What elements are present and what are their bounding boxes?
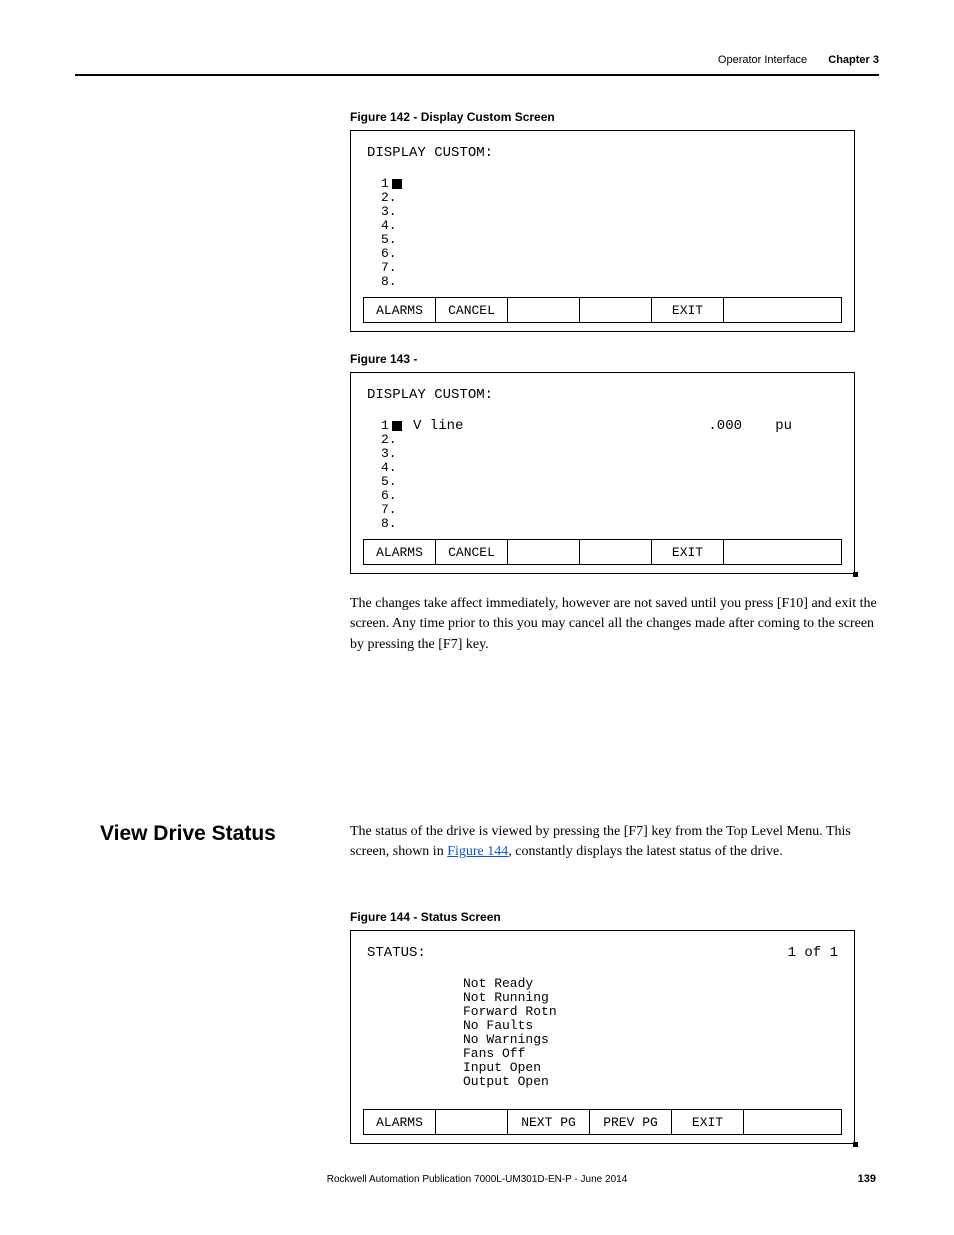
figure-142-caption: Figure 142 - Display Custom Screen (350, 110, 880, 124)
header-section: Operator Interface (718, 54, 807, 66)
softkey-row: ALARMS CANCEL EXIT (363, 297, 842, 323)
screen-title: DISPLAY CUSTOM: (367, 387, 842, 403)
line-num: 6. (381, 489, 402, 503)
figure-142-screen: DISPLAY CUSTOM: 1 2. 3. 4. 5. 6. 7. 8. A… (350, 130, 855, 332)
status-line: Input Open (463, 1061, 557, 1075)
line-num: 7. (381, 261, 402, 275)
line-num: 3. (381, 205, 402, 219)
param-label: V line (413, 418, 463, 434)
status-line: No Faults (463, 1019, 557, 1033)
line-num: 5. (381, 233, 402, 247)
text: , constantly displays the latest status … (508, 844, 783, 859)
cancel-button[interactable]: CANCEL (436, 540, 508, 564)
status-line: Not Ready (463, 977, 557, 991)
page-header: Operator Interface Chapter 3 (718, 54, 879, 66)
softkey-blank (436, 1110, 508, 1134)
alarms-button[interactable]: ALARMS (364, 298, 436, 322)
screen-title: STATUS: (367, 945, 426, 961)
param-value: .000 (708, 418, 742, 434)
softkey-row: ALARMS NEXT PG PREV PG EXIT (363, 1109, 842, 1135)
line-num: 3. (381, 447, 402, 461)
softkey-blank (580, 540, 652, 564)
line-num: 8. (381, 275, 402, 289)
figure-143-screen: DISPLAY CUSTOM: 1 2. 3. 4. 5. 6. 7. 8. V… (350, 372, 855, 574)
status-line: No Warnings (463, 1033, 557, 1047)
figure-143-caption: Figure 143 - (350, 352, 880, 366)
line-num: 1 (381, 419, 389, 433)
status-body: Not Ready Not Running Forward Rotn No Fa… (363, 977, 842, 1099)
prev-page-button[interactable]: PREV PG (590, 1110, 672, 1134)
status-line: Fans Off (463, 1047, 557, 1061)
line-num: 4. (381, 461, 402, 475)
page-info: 1 of 1 (788, 945, 838, 961)
softkey-blank (724, 298, 841, 322)
softkey-row: ALARMS CANCEL EXIT (363, 539, 842, 565)
line-num: 2. (381, 433, 402, 447)
cancel-button[interactable]: CANCEL (436, 298, 508, 322)
section-paragraph: The status of the drive is viewed by pre… (350, 822, 880, 863)
header-rule (75, 74, 879, 76)
line-num: 8. (381, 517, 402, 531)
figure-144-caption: Figure 144 - Status Screen (350, 910, 880, 924)
figure-link[interactable]: Figure 144 (447, 844, 508, 859)
screen-title: DISPLAY CUSTOM: (367, 145, 842, 161)
status-line: Not Running (463, 991, 557, 1005)
page-number: 139 (858, 1173, 876, 1185)
line-num: 4. (381, 219, 402, 233)
section-heading: View Drive Status (100, 822, 350, 863)
softkey-blank (580, 298, 652, 322)
param-unit: pu (775, 418, 792, 434)
softkey-blank (508, 298, 580, 322)
cursor-icon (392, 179, 402, 189)
page-footer: Rockwell Automation Publication 7000L-UM… (0, 1174, 954, 1185)
status-line: Output Open (463, 1075, 557, 1089)
line-num: 7. (381, 503, 402, 517)
status-list: Not Ready Not Running Forward Rotn No Fa… (463, 977, 557, 1089)
exit-button[interactable]: EXIT (672, 1110, 744, 1134)
paragraph: The changes take affect immediately, how… (350, 594, 880, 655)
number-list: 1 2. 3. 4. 5. 6. 7. 8. (381, 177, 402, 289)
line-num: 1 (381, 177, 389, 191)
softkey-blank (724, 540, 841, 564)
softkey-blank (744, 1110, 841, 1134)
line-num: 6. (381, 247, 402, 261)
alarms-button[interactable]: ALARMS (364, 1110, 436, 1134)
figure-144-screen: STATUS: 1 of 1 Not Ready Not Running For… (350, 930, 855, 1144)
line-num: 2. (381, 191, 402, 205)
cursor-icon (392, 421, 402, 431)
next-page-button[interactable]: NEXT PG (508, 1110, 590, 1134)
alarms-button[interactable]: ALARMS (364, 540, 436, 564)
line-num: 5. (381, 475, 402, 489)
exit-button[interactable]: EXIT (652, 298, 724, 322)
exit-button[interactable]: EXIT (652, 540, 724, 564)
number-list: 1 2. 3. 4. 5. 6. 7. 8. (381, 419, 402, 531)
header-chapter: Chapter 3 (828, 54, 879, 66)
corner-dot-icon (853, 572, 858, 577)
corner-dot-icon (853, 1142, 858, 1147)
status-line: Forward Rotn (463, 1005, 557, 1019)
softkey-blank (508, 540, 580, 564)
screen-body: 1 2. 3. 4. 5. 6. 7. 8. V line .000 pu (363, 419, 842, 529)
screen-body: 1 2. 3. 4. 5. 6. 7. 8. (363, 177, 842, 287)
status-header-row: STATUS: 1 of 1 (367, 945, 838, 961)
